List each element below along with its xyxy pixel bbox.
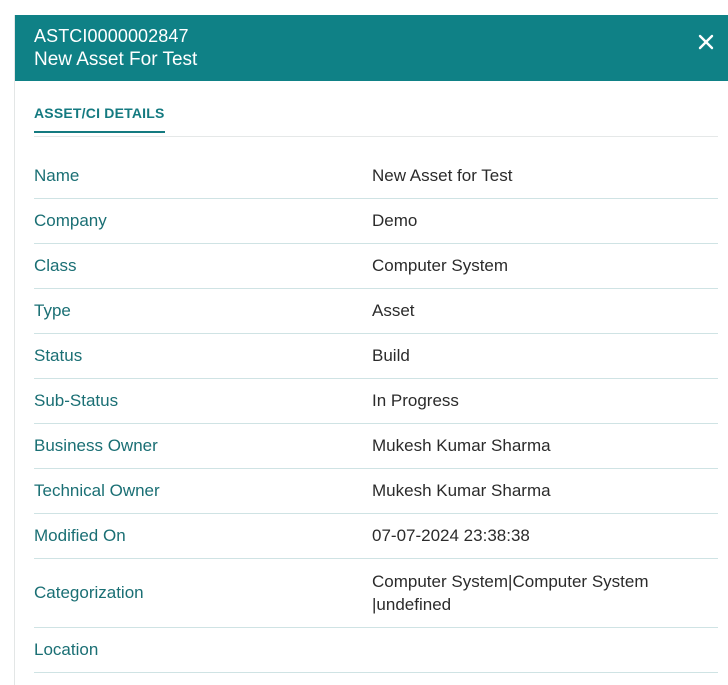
detail-row-business-owner: Business Owner Mukesh Kumar Sharma [34,424,718,469]
detail-row-company: Company Demo [34,199,718,244]
detail-label: Status [34,346,83,365]
detail-label: Business Owner [34,436,158,455]
tab-asset-ci-details[interactable]: ASSET/CI DETAILS [34,103,165,133]
detail-label: Type [34,301,71,320]
details-list: Name New Asset for Test Company Demo Cla… [34,154,718,673]
detail-row-name: Name New Asset for Test [34,154,718,199]
detail-value: Mukesh Kumar Sharma [372,481,551,500]
detail-value: Asset [372,301,415,320]
panel-header: ASTCI0000002847 New Asset For Test [15,15,728,81]
detail-label: Modified On [34,526,126,545]
detail-value: In Progress [372,391,459,410]
detail-row-modified-on: Modified On 07-07-2024 23:38:38 [34,514,718,559]
detail-value: Mukesh Kumar Sharma [372,436,551,455]
detail-row-class: Class Computer System [34,244,718,289]
asset-details-panel: ASTCI0000002847 New Asset For Test ASSET… [14,15,728,685]
detail-label: Class [34,256,77,275]
close-icon [698,34,714,50]
detail-label: Name [34,166,80,185]
detail-label: Categorization [34,583,144,602]
close-button[interactable] [695,31,717,53]
detail-row-location: Location [34,628,718,673]
detail-row-sub-status: Sub-Status In Progress [34,379,718,424]
detail-row-type: Type Asset [34,289,718,334]
detail-row-technical-owner: Technical Owner Mukesh Kumar Sharma [34,469,718,514]
detail-value: Build [372,346,410,365]
detail-value: 07-07-2024 23:38:38 [372,526,530,545]
detail-label: Company [34,211,107,230]
tab-bar: ASSET/CI DETAILS [34,103,718,137]
detail-label: Sub-Status [34,391,119,410]
detail-value: Demo [372,211,418,230]
asset-id: ASTCI0000002847 [34,26,189,46]
detail-row-categorization: Categorization Computer System|Computer … [34,559,718,628]
detail-label: Technical Owner [34,481,160,500]
detail-value: Computer System|Computer System |undefin… [372,572,649,614]
detail-value: Computer System [372,256,509,275]
asset-name: New Asset For Test [34,49,198,70]
detail-value: New Asset for Test [372,166,513,185]
detail-label: Location [34,640,99,659]
detail-row-status: Status Build [34,334,718,379]
